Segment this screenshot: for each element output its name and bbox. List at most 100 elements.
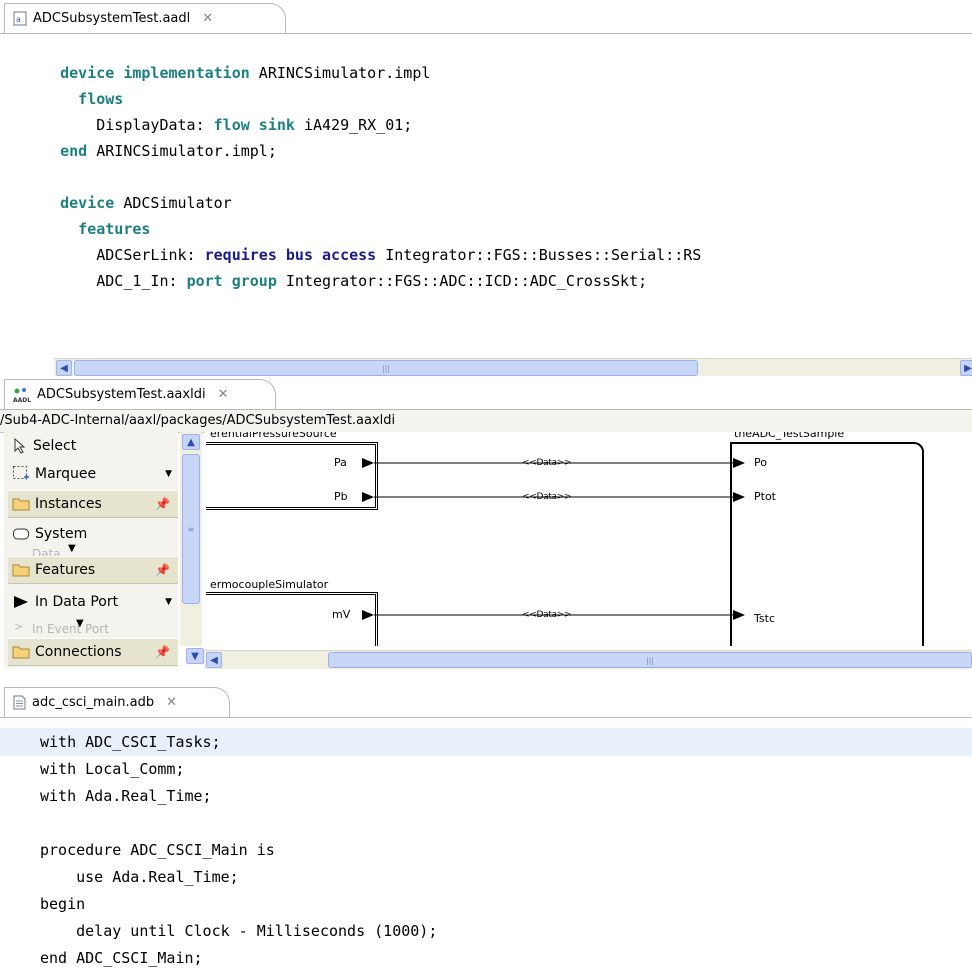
editor3-code[interactable]: with ADC_CSCI_Tasks;with Local_Comm;with… <box>40 729 437 972</box>
arrow-down-icon[interactable]: ▼ <box>186 648 204 664</box>
code-line: with Ada.Real_Time; <box>40 787 212 805</box>
code-line: DisplayData: flow sink iA429_RX_01; <box>24 112 701 138</box>
pin-icon[interactable]: 📌 <box>155 497 170 511</box>
code-token: port group <box>186 272 277 290</box>
code-line: device implementation ARINCSimulator.imp… <box>24 60 701 86</box>
port-in-ptot <box>733 492 745 502</box>
port-out-pa <box>362 458 374 468</box>
code-line: end ARINCSimulator.impl; <box>24 138 701 164</box>
code-line: delay until Clock - Milliseconds (1000); <box>40 922 438 940</box>
close-icon[interactable]: ✕ <box>218 387 229 402</box>
pin-icon[interactable]: 📌 <box>155 645 170 659</box>
palette-marquee[interactable]: Marquee ▼ <box>8 460 178 488</box>
code-token: requires bus access <box>204 246 377 264</box>
diagram-path-bar: /Sub4-ADC-Internal/aaxl/packages/ADCSubs… <box>0 410 972 433</box>
palette-data-label: Data <box>32 547 61 556</box>
editor1-tabstrip: a ADCSubsystemTest.aadl ✕ <box>0 0 972 34</box>
diagram-path: /Sub4-ADC-Internal/aaxl/packages/ADCSubs… <box>0 413 396 428</box>
arrow-left-icon[interactable]: ◀ <box>206 652 222 668</box>
code-token: ADCSimulator <box>114 194 232 212</box>
code-line: end ADC_CSCI_Main; <box>40 949 203 967</box>
close-icon[interactable]: ✕ <box>166 695 177 710</box>
connection-2-label: <<Data>> <box>522 492 572 502</box>
palette-select[interactable]: Select <box>8 432 178 460</box>
svg-text:a: a <box>16 15 21 24</box>
code-line: flows <box>24 86 701 112</box>
code-line: ADC_1_In: port group Integrator::FGS::AD… <box>24 268 701 294</box>
code-token: ADC_1_In: <box>24 272 187 290</box>
code-line: device ADCSimulator <box>24 190 701 216</box>
palette-drawer-connections[interactable]: Connections 📌 <box>8 638 178 666</box>
chevron-down-icon[interactable]: ▼ <box>76 618 84 629</box>
connection-1-label: <<Data>> <box>522 458 572 468</box>
pin-icon[interactable]: 📌 <box>155 563 170 577</box>
diagram-hscrollbar[interactable]: ◀ ||| <box>204 650 972 669</box>
adb-file-icon <box>13 695 26 710</box>
port-out-mv <box>362 610 374 620</box>
editor3-tab[interactable]: adc_csci_main.adb ✕ <box>4 687 230 717</box>
code-line: begin <box>40 895 86 913</box>
palette-drawer-instances[interactable]: Instances 📌 <box>8 490 178 518</box>
chevron-down-icon[interactable]: ▼ <box>165 597 172 607</box>
port-in-tstc <box>733 610 745 620</box>
in-event-port-icon: > <box>14 620 24 633</box>
code-line: with ADC_CSCI_Tasks; <box>40 733 221 751</box>
code-line: use Ada.Real_Time; <box>40 868 239 886</box>
editor1-hscroll-thumb[interactable]: ||| <box>74 360 698 376</box>
palette-vscrollbar[interactable]: ▲ ≡ <box>180 432 202 646</box>
code-line: with Local_Comm; <box>40 760 185 778</box>
editor1-code[interactable]: device implementation ARINCSimulator.imp… <box>24 60 701 294</box>
code-token: Integrator::FGS::ADC::ICD::ADC_CrossSkt; <box>276 272 648 290</box>
marquee-icon <box>13 466 29 480</box>
connection-3-label: <<Data>> <box>522 610 572 620</box>
code-line: procedure ADC_CSCI_Main is <box>40 841 275 859</box>
system-rect-icon <box>13 528 29 540</box>
palette-instances-label: Instances <box>35 496 102 512</box>
code-token: device implementation <box>24 64 250 82</box>
code-token: device <box>24 194 115 212</box>
folder-icon <box>12 564 30 577</box>
editor1-hscrollbar[interactable]: ◀ ||| ▶ <box>54 358 972 377</box>
port-out-pb <box>362 492 374 502</box>
palette-in-event-port[interactable]: > In Event Port ▼ <box>10 618 176 634</box>
arrow-left-icon[interactable]: ◀ <box>56 360 72 376</box>
palette-marquee-label: Marquee <box>35 466 97 482</box>
palette-features-label: Features <box>35 562 96 578</box>
palette-connections-label: Connections <box>35 644 122 660</box>
code-token: iA429_RX_01; <box>294 116 413 134</box>
arrow-right-icon[interactable]: ▶ <box>960 360 972 376</box>
editor2-tab[interactable]: AADL ADCSubsystemTest.aaxldi ✕ <box>4 379 276 409</box>
code-token: end <box>24 142 88 160</box>
chevron-down-icon[interactable]: ▼ <box>68 544 76 554</box>
in-data-port-icon <box>14 596 28 608</box>
palette-vscroll-thumb[interactable]: ≡ <box>182 454 200 604</box>
palette-select-label: Select <box>33 438 77 454</box>
code-token: ARINCSimulator.impl; <box>87 142 277 160</box>
folder-icon <box>12 498 30 511</box>
diagram-canvas[interactable]: erentialPressureSource Pa Pb ermocoupleS… <box>204 432 972 646</box>
editor3-tab-label: adc_csci_main.adb <box>32 695 155 710</box>
arrow-up-icon[interactable]: ▲ <box>182 434 200 450</box>
cursor-arrow-icon <box>14 438 26 454</box>
palette-in-data-port[interactable]: In Data Port ▼ <box>8 588 178 616</box>
palette-in-event-port-label: In Event Port <box>32 622 109 634</box>
code-token: ADCSerLink: <box>24 246 205 264</box>
palette-drawer-features[interactable]: Features 📌 <box>8 556 178 584</box>
code-line: features <box>24 216 701 242</box>
palette-system-label: System <box>35 526 88 542</box>
diagram-hscroll-thumb[interactable]: ||| <box>328 652 972 668</box>
code-token: features <box>24 220 151 238</box>
palette: Select Marquee ▼ Instances 📌 System Data… <box>4 432 178 668</box>
code-token: ARINCSimulator.impl <box>249 64 431 82</box>
close-icon[interactable]: ✕ <box>202 11 213 26</box>
code-line: ADCSerLink: requires bus access Integrat… <box>24 242 701 268</box>
chevron-down-icon[interactable]: ▼ <box>165 469 172 479</box>
folder-icon <box>12 646 30 659</box>
palette-data-partial[interactable]: Data ▼ <box>10 544 170 556</box>
editor2-tabstrip: AADL ADCSubsystemTest.aaxldi ✕ <box>0 376 972 410</box>
aaxldi-file-icon: AADL <box>13 387 31 403</box>
editor1-tab[interactable]: a ADCSubsystemTest.aadl ✕ <box>4 3 286 33</box>
svg-text:AADL: AADL <box>13 397 31 403</box>
